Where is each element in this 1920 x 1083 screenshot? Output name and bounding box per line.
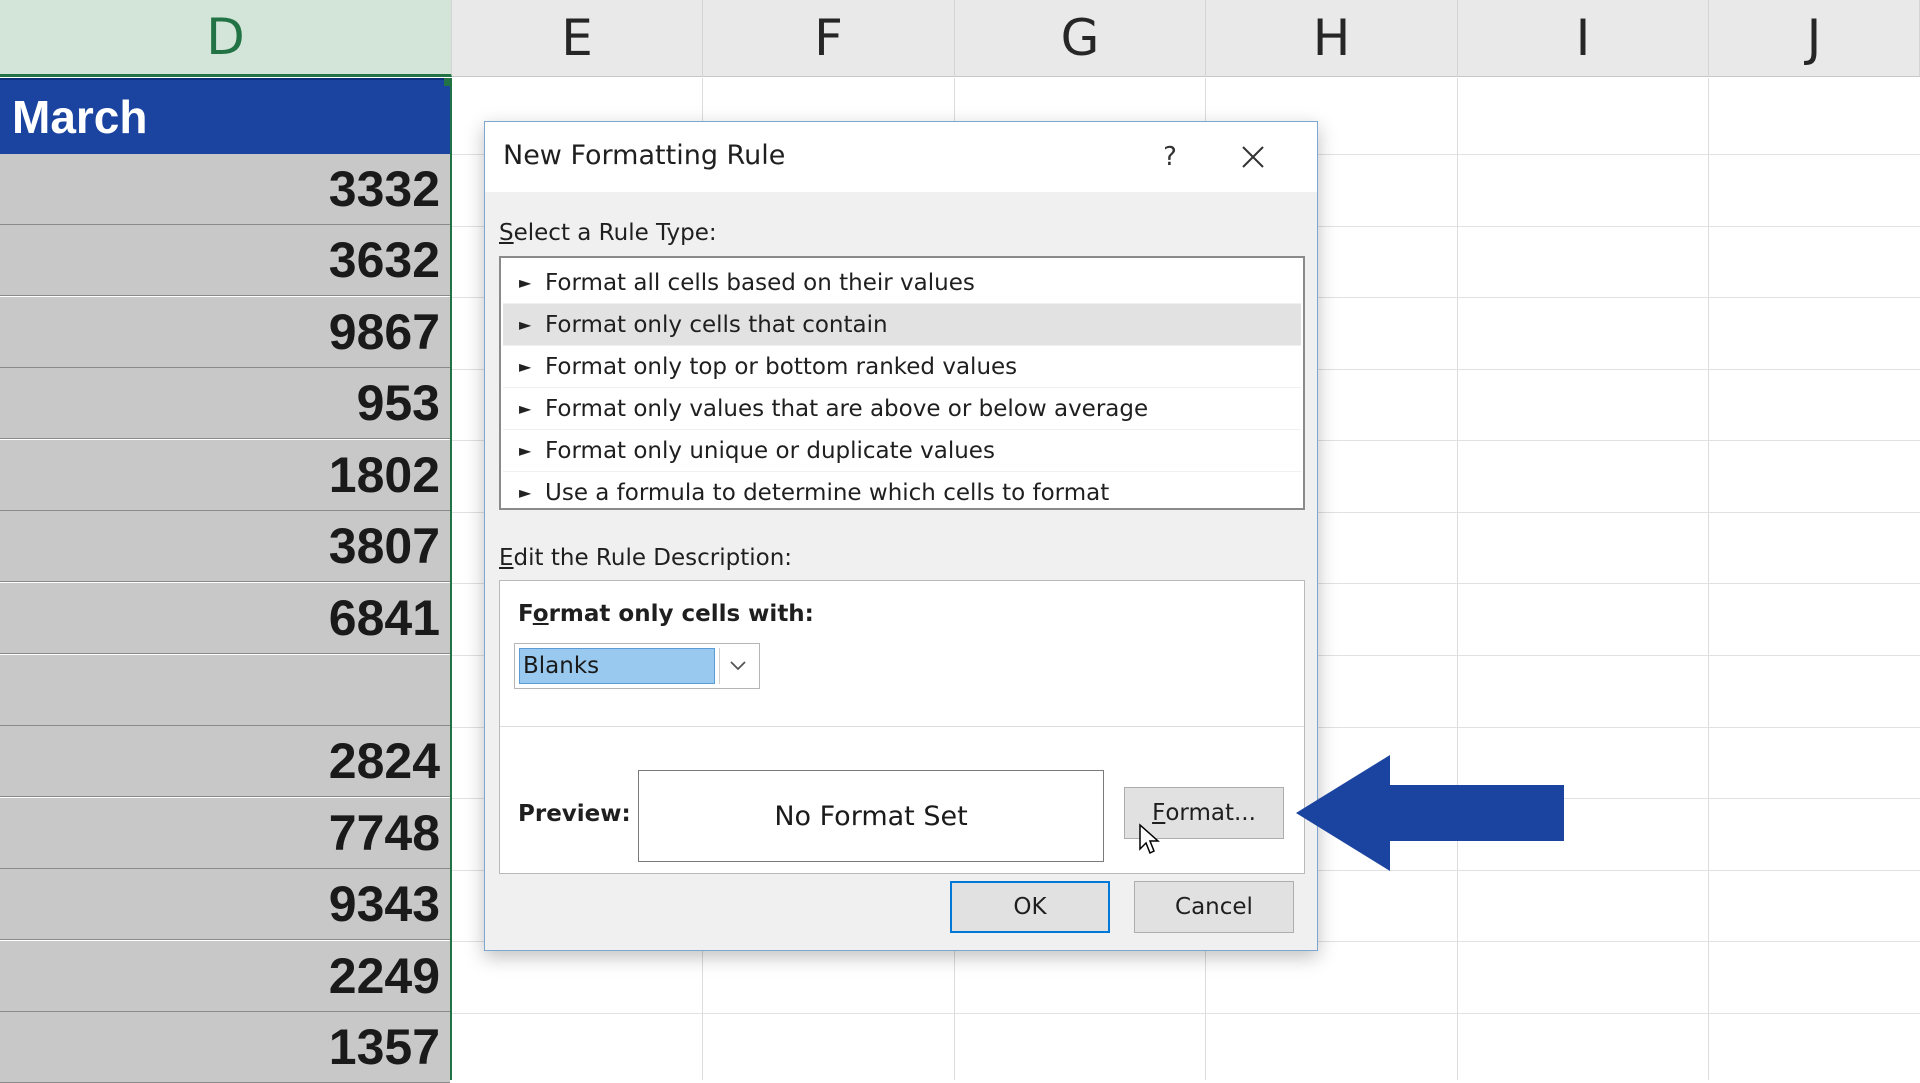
column-header-h[interactable]: H [1206, 0, 1458, 77]
preview-text: No Format Set [774, 801, 967, 832]
cell[interactable]: 953 [0, 368, 450, 439]
header-text: March [12, 90, 147, 144]
cell-value: 2824 [329, 732, 440, 790]
cell-value: 7748 [329, 804, 440, 862]
access-key: S [499, 220, 514, 246]
label-text: rmat only cells with: [549, 601, 814, 627]
rule-type-list[interactable]: ►Format all cells based on their values … [499, 256, 1305, 510]
column-header-row: D E F G H I J [0, 0, 1920, 78]
rule-type-text: Format only values that are above or bel… [545, 396, 1148, 422]
arrow-icon: ► [519, 441, 545, 460]
close-button[interactable] [1225, 132, 1281, 182]
cell[interactable]: 3632 [0, 225, 450, 296]
rule-type-item-selected[interactable]: ►Format only cells that contain [503, 304, 1301, 346]
rule-type-item[interactable]: ►Use a formula to determine which cells … [503, 472, 1301, 514]
cell[interactable]: 1802 [0, 440, 450, 511]
cell-empty[interactable] [0, 655, 450, 726]
label-text: elect a Rule Type: [514, 220, 717, 246]
cell[interactable]: 1357 [0, 1012, 450, 1083]
divider [500, 726, 1304, 727]
gridline [1457, 78, 1458, 1080]
cell-value: 1802 [329, 446, 440, 504]
rule-type-item[interactable]: ►Format only values that are above or be… [503, 388, 1301, 430]
cell-value: 9343 [329, 875, 440, 933]
cell[interactable]: 2249 [0, 941, 450, 1012]
cell-value: 2249 [329, 947, 440, 1005]
preview-label: Preview: [518, 801, 631, 827]
cell-d-header[interactable]: March [0, 78, 450, 154]
column-header-j[interactable]: J [1709, 0, 1920, 77]
condition-dropdown[interactable]: Blanks [514, 643, 760, 689]
cell-value: 953 [357, 374, 440, 432]
label-text: dit the Rule Description: [514, 545, 793, 571]
gridline [1708, 78, 1709, 1080]
arrow-icon: ► [519, 315, 545, 334]
button-label: OK [1013, 894, 1046, 920]
dialog-title: New Formatting Rule [503, 140, 785, 171]
cell[interactable]: 3332 [0, 154, 450, 225]
new-formatting-rule-dialog: New Formatting Rule ? Select a Rule Type… [484, 121, 1318, 951]
format-only-cells-label: Format only cells with: [518, 601, 814, 627]
annotation-arrow-icon [1296, 755, 1566, 871]
dialog-titlebar[interactable]: New Formatting Rule ? [485, 122, 1317, 192]
rule-type-label: Select a Rule Type: [499, 220, 717, 246]
column-letter: D [206, 8, 245, 66]
cell-value: 6841 [329, 589, 440, 647]
column-letter: H [1313, 9, 1351, 67]
preview-box: No Format Set [638, 770, 1104, 862]
column-header-i[interactable]: I [1458, 0, 1709, 77]
arrow-icon: ► [519, 273, 545, 292]
rule-type-text: Format only unique or duplicate values [545, 438, 995, 464]
rule-type-text: Format only cells that contain [545, 312, 888, 338]
column-header-d[interactable]: D [0, 0, 452, 77]
column-header-g[interactable]: G [955, 0, 1206, 77]
rule-type-item[interactable]: ►Format all cells based on their values [503, 262, 1301, 304]
mouse-cursor-icon [1138, 823, 1160, 855]
cell[interactable]: 9867 [0, 297, 450, 368]
selection-handle[interactable] [444, 78, 452, 86]
column-header-f[interactable]: F [703, 0, 955, 77]
gridline [452, 1013, 1920, 1014]
access-key: E [499, 545, 514, 571]
cell-value: 3807 [329, 517, 440, 575]
help-label: ? [1163, 142, 1177, 172]
cell-value: 9867 [329, 303, 440, 361]
rule-type-text: Format only top or bottom ranked values [545, 354, 1017, 380]
cell[interactable]: 2824 [0, 726, 450, 797]
arrow-icon: ► [519, 357, 545, 376]
chevron-down-icon [729, 660, 747, 672]
dropdown-button[interactable] [719, 648, 756, 684]
column-d-selection[interactable]: March 3332 3632 9867 953 1802 3807 6841 … [0, 78, 452, 1080]
help-button[interactable]: ? [1145, 132, 1195, 182]
cancel-button[interactable]: Cancel [1134, 881, 1294, 933]
arrow-icon: ► [519, 483, 545, 502]
cell-value: 3332 [329, 160, 440, 218]
rule-type-text: Format all cells based on their values [545, 270, 975, 296]
rule-type-item[interactable]: ►Format only top or bottom ranked values [503, 346, 1301, 388]
column-letter: G [1061, 9, 1100, 67]
rule-description-panel: Format only cells with: Blanks Preview: … [499, 580, 1305, 874]
close-icon [1241, 145, 1265, 169]
ok-button[interactable]: OK [950, 881, 1110, 933]
cell-value: 1357 [329, 1018, 440, 1076]
rule-type-text: Use a formula to determine which cells t… [545, 480, 1109, 506]
button-label: ormat... [1165, 800, 1256, 826]
column-header-e[interactable]: E [452, 0, 703, 77]
column-letter: J [1807, 9, 1822, 67]
arrow-icon: ► [519, 399, 545, 418]
cell[interactable]: 6841 [0, 583, 450, 654]
rule-type-item[interactable]: ►Format only unique or duplicate values [503, 430, 1301, 472]
cell-value: 3632 [329, 231, 440, 289]
cell[interactable]: 9343 [0, 869, 450, 940]
label-text: F [518, 601, 533, 627]
column-letter: E [561, 9, 593, 67]
column-letter: I [1576, 9, 1591, 67]
cell[interactable]: 7748 [0, 798, 450, 869]
button-label: Cancel [1175, 894, 1253, 920]
access-key: o [533, 601, 549, 627]
cell[interactable]: 3807 [0, 511, 450, 582]
condition-selected-value: Blanks [519, 648, 715, 684]
column-letter: F [814, 9, 843, 67]
rule-description-label: Edit the Rule Description: [499, 545, 792, 571]
